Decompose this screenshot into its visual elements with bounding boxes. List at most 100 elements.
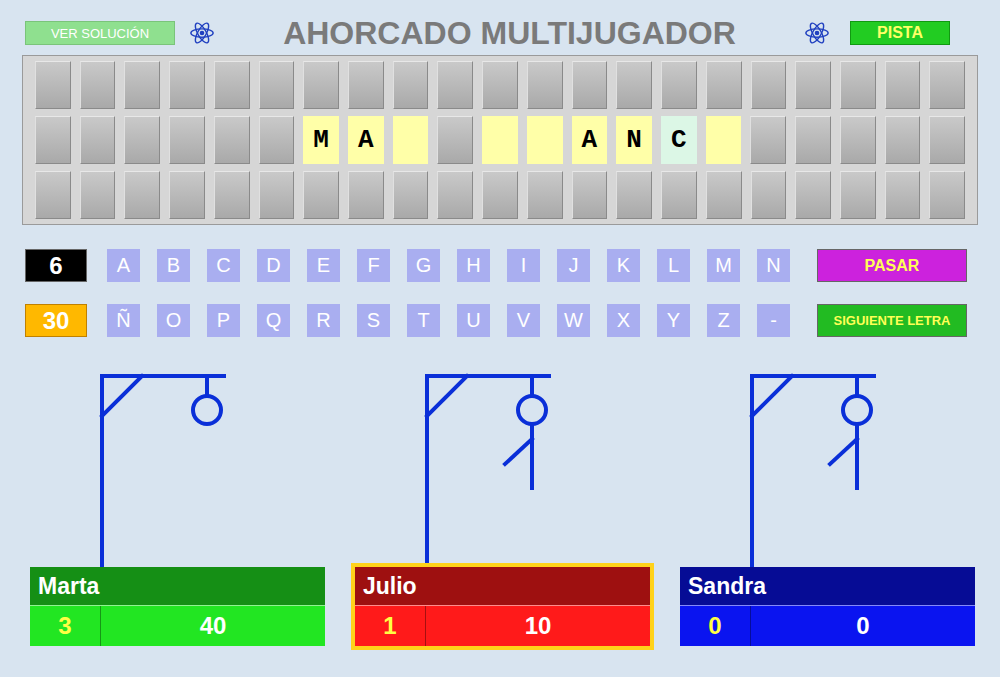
board-cell xyxy=(169,61,205,109)
board-cell xyxy=(437,61,473,109)
player-name: Marta xyxy=(30,567,325,605)
hangman-game: VER SOLUCIÓNAHORCADO MULTIJUGADORPISTAMA… xyxy=(0,0,1000,677)
board-cell xyxy=(437,171,473,219)
board-cell xyxy=(840,171,876,219)
board-cell xyxy=(706,116,742,164)
player-points: 10 xyxy=(426,606,650,646)
player-name: Sandra xyxy=(680,567,975,605)
letter-key[interactable]: J xyxy=(557,249,590,282)
board-cell xyxy=(840,116,876,164)
board-cell: N xyxy=(616,116,652,164)
letter-key[interactable]: O xyxy=(157,304,190,337)
player-stats: 340 xyxy=(30,605,325,646)
hint-button[interactable]: PISTA xyxy=(850,21,950,45)
atom-icon xyxy=(804,20,830,46)
board-cell xyxy=(929,171,965,219)
letter-key[interactable]: G xyxy=(407,249,440,282)
board-cell xyxy=(259,61,295,109)
letter-key[interactable]: K xyxy=(607,249,640,282)
board-cell xyxy=(482,171,518,219)
gallows-icon xyxy=(355,372,650,567)
letter-key[interactable]: T xyxy=(407,304,440,337)
letter-key[interactable]: H xyxy=(457,249,490,282)
board-cell xyxy=(214,116,250,164)
board-cell xyxy=(661,171,697,219)
letter-key[interactable]: F xyxy=(357,249,390,282)
player-panel: Marta340 xyxy=(26,563,329,650)
letter-key[interactable]: X xyxy=(607,304,640,337)
solution-button[interactable]: VER SOLUCIÓN xyxy=(25,21,175,45)
board-cell xyxy=(795,171,831,219)
board-cell xyxy=(750,116,786,164)
board-row: MAANC xyxy=(35,116,965,164)
board-cell xyxy=(214,171,250,219)
letter-key[interactable]: V xyxy=(507,304,540,337)
board-cell xyxy=(482,61,518,109)
board-row xyxy=(35,61,965,109)
letter-key[interactable]: N xyxy=(757,249,790,282)
timer-box: 30 xyxy=(25,304,87,337)
letter-key[interactable]: A xyxy=(107,249,140,282)
board-cell xyxy=(661,61,697,109)
letter-key[interactable]: W xyxy=(557,304,590,337)
board-cell xyxy=(169,116,205,164)
letter-key[interactable]: D xyxy=(257,249,290,282)
player-panel: Julio110 xyxy=(351,563,654,650)
board-cell xyxy=(751,61,787,109)
next-letter-button[interactable]: SIGUIENTE LETRA xyxy=(817,304,967,337)
letter-key[interactable]: M xyxy=(707,249,740,282)
letter-key[interactable]: Y xyxy=(657,304,690,337)
board-cell xyxy=(124,116,160,164)
board-cell xyxy=(527,116,563,164)
board-cell xyxy=(616,171,652,219)
player-score: 0 xyxy=(680,606,751,646)
atom-icon xyxy=(189,20,215,46)
player-column: Marta340 xyxy=(30,372,325,646)
board-cell: M xyxy=(303,116,339,164)
board-cell xyxy=(214,61,250,109)
board-cell xyxy=(169,171,205,219)
board-cell xyxy=(393,171,429,219)
board-cell xyxy=(437,116,473,164)
player-panel: Sandra00 xyxy=(676,563,979,650)
player-column: Julio110 xyxy=(355,372,650,646)
board-cell xyxy=(572,171,608,219)
letter-key[interactable]: U xyxy=(457,304,490,337)
letter-key[interactable]: C xyxy=(207,249,240,282)
board-cell xyxy=(706,171,742,219)
board-cell xyxy=(795,116,831,164)
gallows-icon xyxy=(30,372,325,567)
board-row xyxy=(35,171,965,219)
letter-key[interactable]: Q xyxy=(257,304,290,337)
board-cell xyxy=(393,116,429,164)
board-cell xyxy=(482,116,518,164)
letter-key[interactable]: P xyxy=(207,304,240,337)
letter-key[interactable]: Ñ xyxy=(107,304,140,337)
board-cell xyxy=(259,116,295,164)
letter-key[interactable]: Z xyxy=(707,304,740,337)
board-cell xyxy=(80,61,116,109)
letter-key[interactable]: I xyxy=(507,249,540,282)
count-box: 6 xyxy=(25,249,87,282)
board-cell xyxy=(80,116,116,164)
letter-key[interactable]: S xyxy=(357,304,390,337)
player-stats: 00 xyxy=(680,605,975,646)
board-cell xyxy=(795,61,831,109)
player-column: Sandra00 xyxy=(680,372,975,646)
board-cell xyxy=(572,61,608,109)
board-cell xyxy=(751,171,787,219)
board-cell xyxy=(929,61,965,109)
board-cell xyxy=(929,116,965,164)
letter-key[interactable]: B xyxy=(157,249,190,282)
board-cell: A xyxy=(348,116,384,164)
letter-key[interactable]: - xyxy=(757,304,790,337)
top-bar: VER SOLUCIÓNAHORCADO MULTIJUGADORPISTA xyxy=(0,18,1000,48)
letter-key[interactable]: E xyxy=(307,249,340,282)
letter-key[interactable]: L xyxy=(657,249,690,282)
board-cell xyxy=(348,61,384,109)
letter-key[interactable]: R xyxy=(307,304,340,337)
board-cell xyxy=(259,171,295,219)
pass-button[interactable]: PASAR xyxy=(817,249,967,282)
board-cell xyxy=(124,61,160,109)
keyboard: 6ABCDEFGHIJKLMN PASAR 30 ÑOPQRSTUVWXYZ-SIGU… xyxy=(25,249,1000,337)
